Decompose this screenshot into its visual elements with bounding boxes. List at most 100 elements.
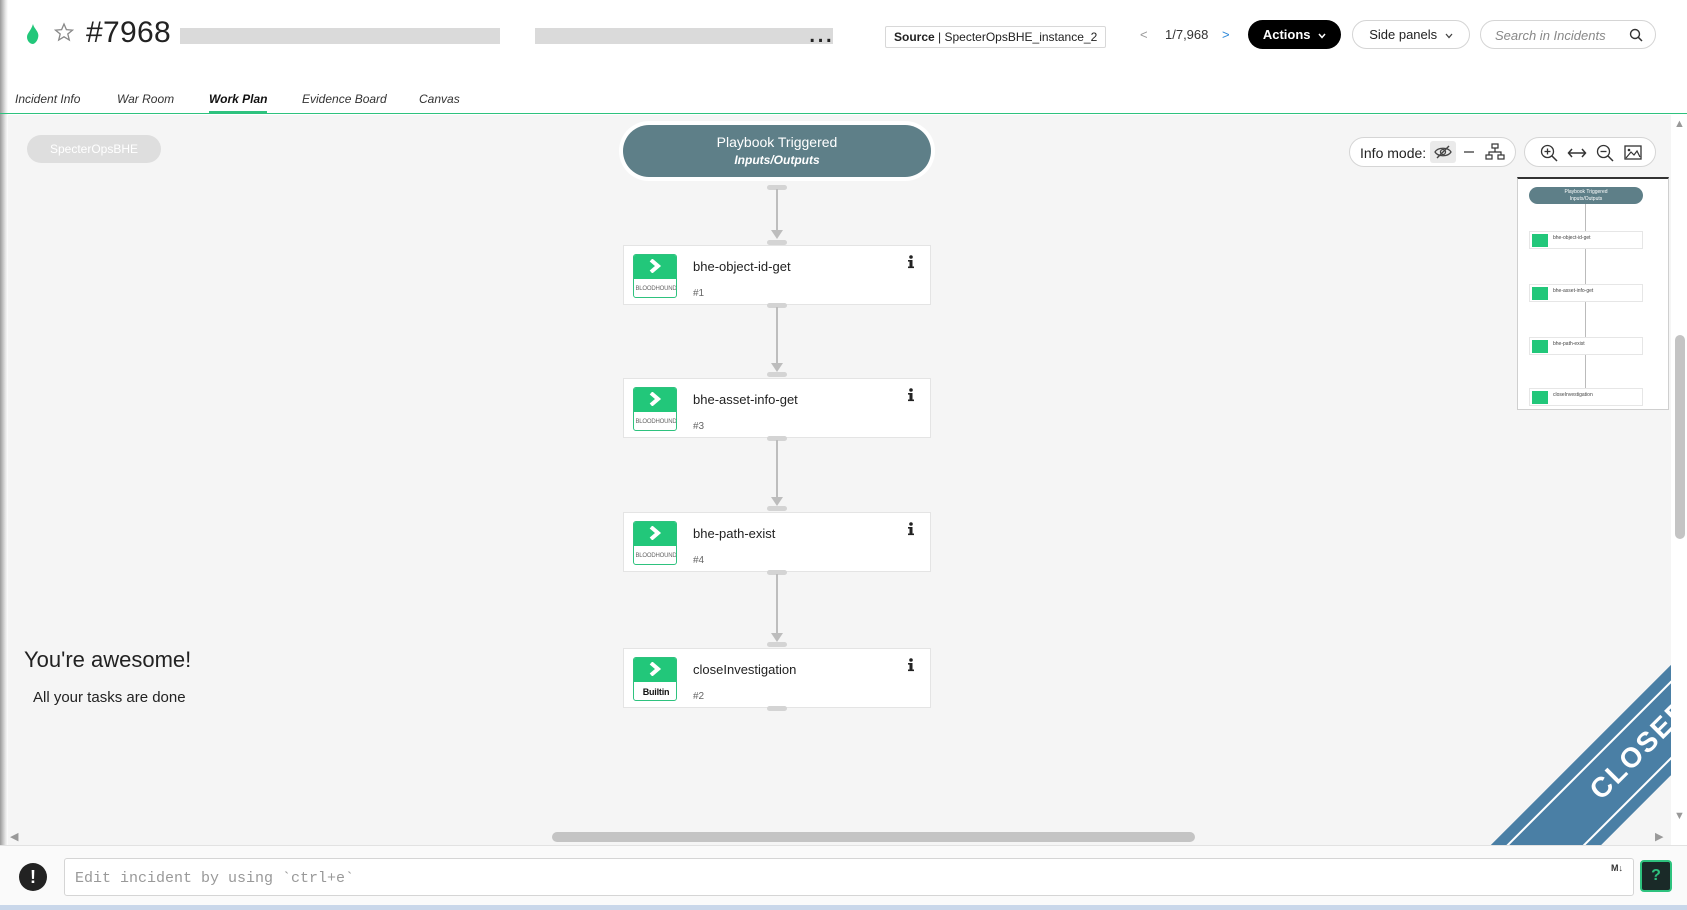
- builtin-integration-icon: Builtin: [633, 657, 677, 701]
- minimap-task: closeInvestigation: [1529, 388, 1643, 406]
- chevron-down-icon: [1445, 33, 1453, 39]
- incident-search-input[interactable]: [1495, 26, 1625, 44]
- trigger-title: Playbook Triggered: [716, 134, 838, 150]
- actions-button[interactable]: Actions: [1248, 20, 1341, 49]
- closed-status-ribbon: CLOSED: [1371, 545, 1671, 845]
- brand-chip[interactable]: SpecterOpsBHE: [27, 135, 161, 163]
- window-edge: [0, 0, 8, 910]
- flow-connector: [767, 185, 787, 245]
- minimap-trigger-subtitle: Inputs/Outputs: [1569, 196, 1603, 202]
- task-name: closeInvestigation: [693, 662, 797, 677]
- integration-caption: BLOODHOUND: [635, 553, 677, 559]
- minus-icon: [1464, 151, 1474, 153]
- task-node[interactable]: Builtin closeInvestigation #2: [623, 648, 931, 708]
- bloodhound-integration-icon: BLOODHOUND: [633, 387, 677, 431]
- bloodhound-integration-icon: BLOODHOUND: [633, 254, 677, 298]
- image-export-icon[interactable]: [1623, 143, 1643, 163]
- minimap-task-name: bhe-asset-info-get: [1553, 288, 1594, 294]
- zoom-controls: [1524, 137, 1656, 167]
- minimap-task: bhe-object-id-get: [1529, 231, 1643, 249]
- title-ellipsis: ...: [808, 16, 834, 49]
- incident-tabs: Incident Info War Room Work Plan Evidenc…: [0, 84, 1687, 114]
- window-bottom-edge: [0, 905, 1687, 910]
- work-plan-canvas[interactable]: SpecterOpsBHE Playbook Triggered Inputs/…: [8, 115, 1671, 845]
- minimap-task-name: bhe-path-exist: [1553, 341, 1585, 347]
- chevron-down-icon: [1318, 33, 1326, 39]
- incident-header: #7968 ... Source | SpecterOpsBHE_instanc…: [0, 0, 1687, 72]
- minimap-trigger-node: Playbook Triggered Inputs/Outputs: [1529, 187, 1643, 204]
- incident-position-counter: 1/7,968: [1165, 27, 1209, 42]
- zoom-out-icon[interactable]: [1595, 143, 1615, 163]
- tab-canvas[interactable]: Canvas: [419, 92, 460, 106]
- horizontal-scrollbar[interactable]: [552, 832, 1195, 842]
- trigger-subtitle[interactable]: Inputs/Outputs: [623, 153, 931, 167]
- flow-connector: [767, 706, 787, 714]
- task-number: #4: [693, 555, 705, 566]
- tab-incident-info[interactable]: Incident Info: [15, 92, 80, 106]
- search-icon[interactable]: [1629, 28, 1643, 42]
- task-node[interactable]: BLOODHOUND bhe-asset-info-get #3: [623, 378, 931, 438]
- info-icon[interactable]: [904, 254, 918, 270]
- command-input[interactable]: [75, 868, 1575, 888]
- info-mode-toggle: Info mode:: [1349, 137, 1516, 167]
- source-label: Source: [894, 30, 935, 44]
- integration-caption: BLOODHOUND: [635, 419, 677, 425]
- severity-flame-icon: [27, 24, 39, 44]
- task-node[interactable]: BLOODHOUND bhe-object-id-get #1: [623, 245, 931, 305]
- info-mode-minimal-button[interactable]: [1456, 141, 1482, 163]
- redacted-title-block: [180, 28, 500, 44]
- info-mode-tree-button[interactable]: [1482, 141, 1508, 163]
- integration-caption: Builtin: [642, 687, 670, 697]
- source-badge: Source | SpecterOpsBHE_instance_2: [885, 26, 1107, 48]
- side-panels-button[interactable]: Side panels: [1352, 20, 1470, 49]
- flow-connector: [767, 303, 787, 378]
- info-mode-hidden-button[interactable]: [1430, 141, 1456, 163]
- help-button[interactable]: ?: [1640, 860, 1672, 892]
- tasks-done-title: You're awesome!: [24, 647, 192, 672]
- minimap-task-name: closeInvestigation: [1553, 392, 1593, 398]
- workplan-minimap[interactable]: Playbook Triggered Inputs/Outputs bhe-ob…: [1517, 177, 1669, 410]
- tab-war-room[interactable]: War Room: [117, 92, 174, 106]
- scroll-down-arrow-icon[interactable]: ▼: [1674, 810, 1685, 822]
- side-panels-label: Side panels: [1369, 27, 1438, 42]
- scroll-left-arrow-icon[interactable]: ◀: [10, 830, 18, 843]
- eye-off-icon: [1434, 145, 1452, 159]
- task-name: bhe-object-id-get: [693, 259, 791, 274]
- source-value: SpecterOpsBHE_instance_2: [944, 30, 1098, 44]
- previous-incident-button[interactable]: <: [1140, 27, 1148, 42]
- scroll-right-arrow-icon[interactable]: ▶: [1655, 830, 1663, 843]
- incident-id: #7968: [86, 16, 171, 49]
- task-number: #3: [693, 421, 705, 432]
- minimap-trigger-title: Playbook Triggered: [1564, 189, 1608, 195]
- task-name: bhe-asset-info-get: [693, 392, 798, 407]
- zoom-in-icon[interactable]: [1539, 143, 1559, 163]
- tab-work-plan[interactable]: Work Plan: [209, 92, 268, 114]
- task-number: #2: [693, 691, 705, 702]
- task-number: #1: [693, 288, 705, 299]
- redacted-title-block: [535, 28, 833, 44]
- info-mode-label: Info mode:: [1360, 145, 1427, 161]
- favorite-star-icon[interactable]: [54, 22, 74, 42]
- flow-connector: [767, 436, 787, 512]
- minimap-task-name: bhe-object-id-get: [1553, 235, 1591, 241]
- tab-evidence-board[interactable]: Evidence Board: [302, 92, 387, 106]
- scroll-up-arrow-icon[interactable]: ▲: [1674, 118, 1685, 130]
- integration-caption: BLOODHOUND: [635, 286, 677, 292]
- info-icon[interactable]: [904, 521, 918, 537]
- command-bar: ! M↓ ?: [0, 845, 1687, 910]
- next-incident-button[interactable]: >: [1222, 27, 1230, 42]
- command-input-box[interactable]: [64, 858, 1634, 896]
- actions-label: Actions: [1262, 27, 1311, 42]
- markdown-badge[interactable]: M↓: [1611, 863, 1623, 873]
- task-node[interactable]: BLOODHOUND bhe-path-exist #4: [623, 512, 931, 572]
- info-icon[interactable]: [904, 387, 918, 403]
- info-icon[interactable]: [904, 657, 918, 673]
- fit-width-icon[interactable]: [1567, 143, 1587, 163]
- playbook-trigger-node[interactable]: Playbook Triggered Inputs/Outputs: [623, 125, 931, 177]
- vertical-scrollbar[interactable]: [1675, 335, 1685, 539]
- incident-search[interactable]: [1480, 20, 1656, 49]
- alert-icon[interactable]: !: [19, 863, 47, 891]
- task-name: bhe-path-exist: [693, 526, 776, 541]
- incident-title: #7968: [86, 16, 171, 50]
- ribbon-text: CLOSED: [1583, 692, 1671, 806]
